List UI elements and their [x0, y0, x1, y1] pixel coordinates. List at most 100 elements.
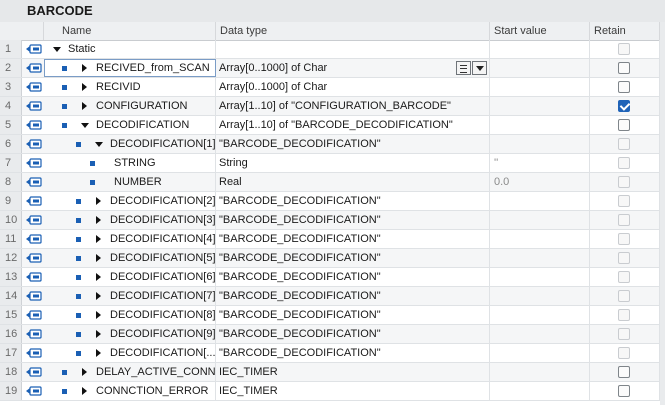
name-cell[interactable]: Static	[44, 40, 216, 58]
data-type-cell[interactable]: "BARCODE_DECODIFICATION"	[216, 249, 490, 267]
expand-arrow-icon[interactable]	[96, 311, 101, 319]
collapse-arrow-icon[interactable]	[53, 47, 61, 52]
collapse-arrow-icon[interactable]	[81, 123, 89, 128]
start-value-cell[interactable]	[490, 306, 590, 324]
table-row[interactable]: 11 DECODIFICATION[4] "BARCODE_DECODIFICATI…	[0, 230, 665, 249]
start-value-cell[interactable]	[490, 249, 590, 267]
start-value-cell[interactable]	[490, 211, 590, 229]
data-type-cell[interactable]: "BARCODE_DECODIFICATION"	[216, 230, 490, 248]
row-number[interactable]: 10	[0, 211, 22, 229]
row-number[interactable]: 16	[0, 325, 22, 343]
table-row[interactable]: 17 DECODIFICATION[... "BARCODE_DECODIFICAT…	[0, 344, 665, 363]
table-row[interactable]: 7 STRING String ''	[0, 154, 665, 173]
name-cell[interactable]: DECODIFICATION[2]	[44, 192, 216, 210]
start-value-cell[interactable]	[490, 287, 590, 305]
name-cell[interactable]: DECODIFICATION[4]	[44, 230, 216, 248]
name-cell[interactable]: DECODIFICATION[3]	[44, 211, 216, 229]
table-row[interactable]: 6 DECODIFICATION[1] "BARCODE_DECODIFICATIO…	[0, 135, 665, 154]
table-row[interactable]: 9 DECODIFICATION[2] "BARCODE_DECODIFICATIO…	[0, 192, 665, 211]
column-header-start-value[interactable]: Start value	[490, 22, 590, 40]
table-row[interactable]: 12 DECODIFICATION[5] "BARCODE_DECODIFICATI…	[0, 249, 665, 268]
row-number[interactable]: 17	[0, 344, 22, 362]
data-type-cell[interactable]: Array[1..10] of "BARCODE_DECODIFICATION"	[216, 116, 490, 134]
table-row[interactable]: 13 DECODIFICATION[6] "BARCODE_DECODIFICATI…	[0, 268, 665, 287]
table-row[interactable]: 2 RECIVED_from_SCAN Array[0..1000] of Char	[0, 59, 665, 78]
retain-checkbox[interactable]	[618, 100, 630, 112]
expand-arrow-icon[interactable]	[96, 197, 101, 205]
start-value-cell[interactable]	[490, 363, 590, 381]
data-type-cell[interactable]: Array[0..1000] of Char	[216, 78, 490, 96]
column-header-name[interactable]: Name	[44, 22, 216, 40]
table-row[interactable]: 5 DECODIFICATION Array[1..10] of "BARCODE_…	[0, 116, 665, 135]
table-row[interactable]: 8 NUMBER Real 0.0	[0, 173, 665, 192]
name-cell[interactable]: DECODIFICATION[5]	[44, 249, 216, 267]
name-cell[interactable]: STRING	[44, 154, 216, 172]
data-type-cell[interactable]: "BARCODE_DECODIFICATION"	[216, 287, 490, 305]
start-value-cell[interactable]: ''	[490, 154, 590, 172]
name-cell[interactable]: CONNCTION_ERROR	[44, 382, 216, 400]
expand-arrow-icon[interactable]	[96, 273, 101, 281]
name-cell[interactable]: RECIVED_from_SCAN	[44, 59, 216, 77]
row-number[interactable]: 1	[0, 40, 22, 58]
expand-arrow-icon[interactable]	[82, 368, 87, 376]
row-number[interactable]: 5	[0, 116, 22, 134]
expand-arrow-icon[interactable]	[96, 254, 101, 262]
name-cell[interactable]: DELAY_ACTIVE_CONN...	[44, 363, 216, 381]
start-value-cell[interactable]	[490, 230, 590, 248]
row-number[interactable]: 15	[0, 306, 22, 324]
row-number[interactable]: 2	[0, 59, 22, 77]
expand-arrow-icon[interactable]	[96, 292, 101, 300]
name-cell[interactable]: DECODIFICATION[...	[44, 344, 216, 362]
row-number[interactable]: 11	[0, 230, 22, 248]
data-type-cell[interactable]: Real	[216, 173, 490, 191]
table-row[interactable]: 18 DELAY_ACTIVE_CONN... IEC_TIMER	[0, 363, 665, 382]
data-type-cell[interactable]: IEC_TIMER	[216, 363, 490, 381]
expand-arrow-icon[interactable]	[82, 387, 87, 395]
retain-checkbox[interactable]	[618, 62, 630, 74]
expand-arrow-icon[interactable]	[96, 235, 101, 243]
start-value-cell[interactable]: 0.0	[490, 173, 590, 191]
name-cell[interactable]: DECODIFICATION[1]	[44, 135, 216, 153]
data-type-cell[interactable]: "BARCODE_DECODIFICATION"	[216, 135, 490, 153]
expand-arrow-icon[interactable]	[82, 83, 87, 91]
data-type-cell[interactable]: IEC_TIMER	[216, 382, 490, 400]
table-row[interactable]: 1 Static	[0, 40, 665, 59]
vertical-scrollbar[interactable]	[660, 22, 665, 405]
name-cell[interactable]: RECIVID	[44, 78, 216, 96]
row-number[interactable]: 9	[0, 192, 22, 210]
data-type-cell[interactable]	[216, 40, 490, 58]
name-cell[interactable]: DECODIFICATION	[44, 116, 216, 134]
start-value-cell[interactable]	[490, 135, 590, 153]
row-number[interactable]: 12	[0, 249, 22, 267]
data-type-cell[interactable]: "BARCODE_DECODIFICATION"	[216, 325, 490, 343]
row-number[interactable]: 3	[0, 78, 22, 96]
row-number[interactable]: 4	[0, 97, 22, 115]
table-row[interactable]: 19 CONNCTION_ERROR IEC_TIMER	[0, 382, 665, 401]
name-cell[interactable]: DECODIFICATION[6]	[44, 268, 216, 286]
name-cell[interactable]: DECODIFICATION[8]	[44, 306, 216, 324]
list-icon[interactable]	[456, 61, 471, 75]
name-cell[interactable]: DECODIFICATION[7]	[44, 287, 216, 305]
data-type-cell[interactable]: String	[216, 154, 490, 172]
start-value-cell[interactable]	[490, 97, 590, 115]
retain-checkbox[interactable]	[618, 385, 630, 397]
start-value-cell[interactable]	[490, 78, 590, 96]
retain-checkbox[interactable]	[618, 119, 630, 131]
chevron-down-icon[interactable]	[472, 61, 487, 75]
row-number[interactable]: 19	[0, 382, 22, 400]
data-type-cell[interactable]: Array[0..1000] of Char	[216, 59, 490, 77]
row-number[interactable]: 6	[0, 135, 22, 153]
retain-checkbox[interactable]	[618, 366, 630, 378]
column-header-data-type[interactable]: Data type	[216, 22, 490, 40]
data-type-cell[interactable]: "BARCODE_DECODIFICATION"	[216, 211, 490, 229]
expand-arrow-icon[interactable]	[82, 102, 87, 110]
start-value-cell[interactable]	[490, 116, 590, 134]
table-row[interactable]: 4 CONFIGURATION Array[1..10] of "CONFIGURA…	[0, 97, 665, 116]
data-type-cell[interactable]: "BARCODE_DECODIFICATION"	[216, 344, 490, 362]
column-header-retain[interactable]: Retain	[590, 22, 660, 40]
row-number[interactable]: 14	[0, 287, 22, 305]
start-value-cell[interactable]	[490, 382, 590, 400]
name-cell[interactable]: NUMBER	[44, 173, 216, 191]
table-row[interactable]: 16 DECODIFICATION[9] "BARCODE_DECODIFICATI…	[0, 325, 665, 344]
start-value-cell[interactable]	[490, 40, 590, 58]
